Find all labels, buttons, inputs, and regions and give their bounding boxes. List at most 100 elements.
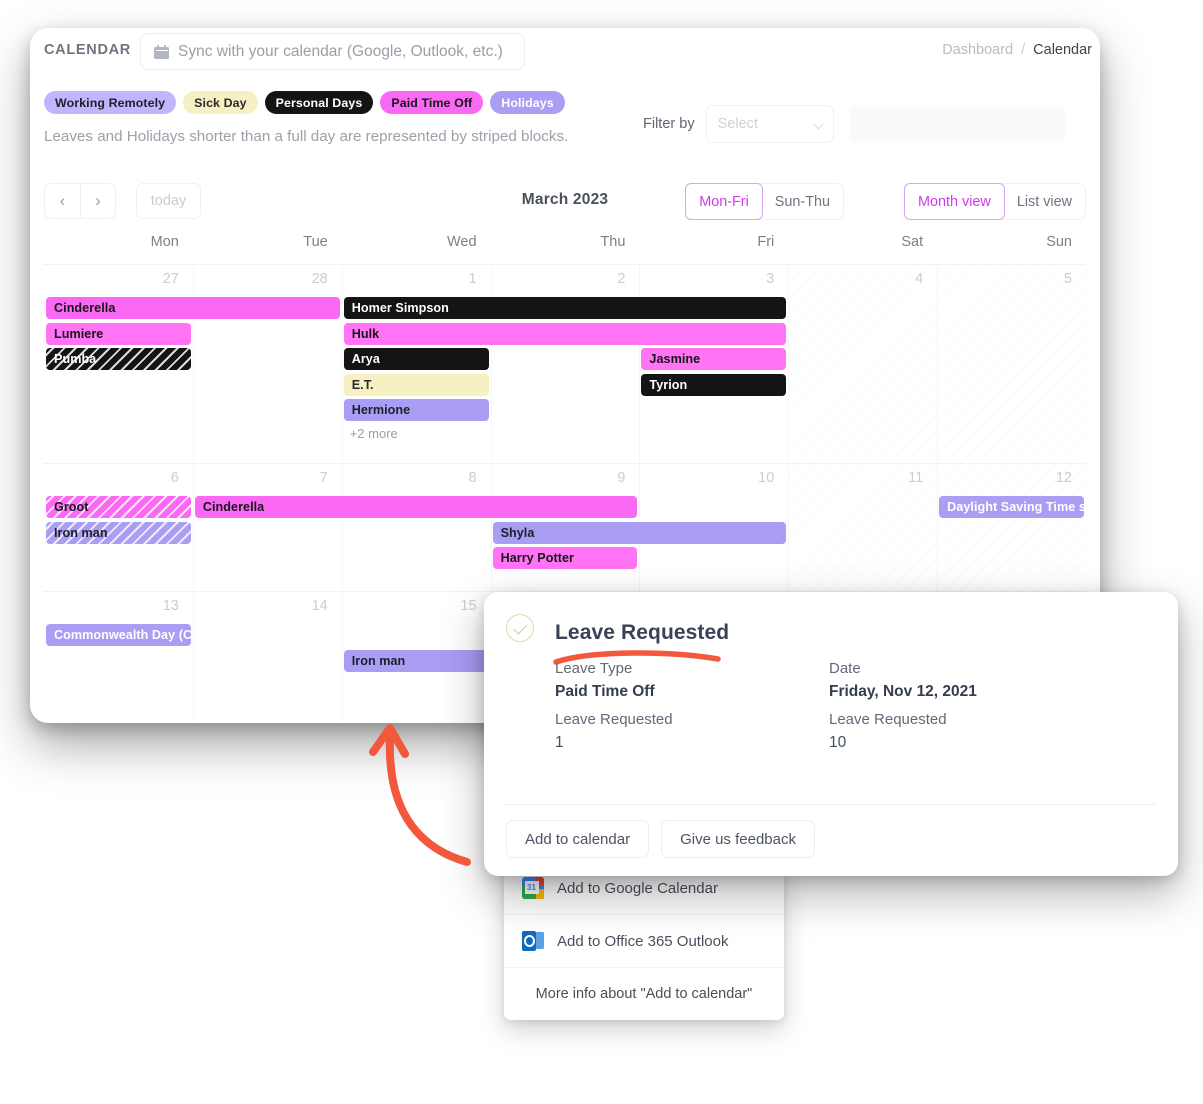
day-number: 5 — [1063, 271, 1072, 287]
legend-chip[interactable]: Holidays — [490, 91, 565, 114]
day-number: 4 — [915, 271, 924, 287]
modal-title: Leave Requested — [555, 621, 730, 644]
day-number: 2 — [617, 271, 626, 287]
calendar-toolbar: ‹ › today March 2023 Mon-Fri Sun-Thu Mont… — [30, 178, 1100, 230]
calendar-event-chip[interactable]: Pumba — [46, 348, 191, 370]
calendar-event-chip[interactable]: Jasmine — [641, 348, 787, 370]
day-number: 14 — [311, 598, 328, 614]
day-number: 7 — [319, 470, 328, 486]
calendar-week-row: 6 7 8 9 10 11 12 Groot Iron man Cinderella Shyla Ha… — [44, 463, 1086, 591]
calendar-event-chip[interactable]: Daylight Saving Time s — [939, 496, 1084, 518]
add-to-calendar-button[interactable]: Add to calendar — [506, 820, 650, 858]
breadcrumb-calendar: Calendar — [1033, 42, 1092, 58]
modal-field: Leave Requested 1 — [555, 711, 829, 752]
calendar-event-chip[interactable]: Iron man — [46, 521, 191, 544]
breadcrumb-dashboard[interactable]: Dashboard — [942, 42, 1013, 58]
legend-note: Leaves and Holidays shorter than a full … — [44, 128, 569, 145]
calendar-icon — [154, 44, 169, 59]
calendar-event-chip[interactable]: Groot — [46, 496, 191, 518]
calendar-day-cell[interactable]: 11 — [788, 464, 938, 591]
calendar-day-cell[interactable]: 4 — [788, 265, 938, 463]
calendar-day-cell[interactable]: 2 — [490, 265, 640, 463]
day-number: 10 — [758, 470, 775, 486]
filter-label: Filter by — [643, 116, 695, 132]
calendar-event-chip[interactable]: Tyrion — [641, 373, 787, 396]
modal-fields: Leave Type Paid Time Off Date Friday, Nov 1… — [555, 660, 1115, 762]
day-number: 8 — [468, 470, 477, 486]
weekday-label: Mon — [150, 234, 179, 250]
day-number: 28 — [311, 271, 328, 287]
modal-field-label: Date — [829, 660, 861, 677]
calendar-week-row: 27 28 1 2 3 4 5 Cinderella Lumiere Pumba Homer Sim… — [44, 264, 1086, 463]
calendar-event-chip[interactable]: Cinderella — [194, 496, 638, 518]
day-number: 6 — [170, 470, 179, 486]
weekday-label: Wed — [447, 234, 477, 250]
calendar-event-chip[interactable]: Lumiere — [46, 322, 191, 345]
toggle-sun-thu[interactable]: Sun-Thu — [762, 184, 843, 219]
day-number: 9 — [617, 470, 626, 486]
success-check-icon — [506, 614, 534, 642]
legend-chip[interactable]: Working Remotely — [44, 91, 177, 114]
dropdown-item-label: Add to Google Calendar — [557, 879, 718, 897]
modal-field-value: 1 — [555, 734, 564, 751]
toggle-mon-fri[interactable]: Mon-Fri — [685, 183, 763, 220]
filter-secondary-input[interactable] — [848, 105, 1065, 143]
toggle-list-view[interactable]: List view — [1004, 184, 1085, 219]
calendar-day-cell[interactable]: 13 — [44, 592, 193, 721]
day-number: 27 — [162, 271, 179, 287]
legend-chip[interactable]: Paid Time Off — [380, 91, 484, 114]
calendar-day-cell[interactable]: 14 — [192, 592, 342, 721]
calendar-event-chip[interactable]: Harry Potter — [492, 547, 638, 569]
calendar-event-chip[interactable]: Arya — [343, 348, 489, 370]
calendar-day-cell[interactable]: 28 — [192, 265, 342, 463]
day-number: 1 — [468, 271, 477, 287]
day-number: 13 — [162, 598, 179, 614]
modal-field-row: Leave Type Paid Time Off Date Friday, Nov 1… — [555, 660, 1115, 701]
dropdown-item-outlook[interactable]: Add to Office 365 Outlook — [504, 915, 784, 968]
weekday-label: Sun — [1046, 234, 1072, 250]
dropdown-more-info[interactable]: More info about "Add to calendar" — [504, 968, 784, 1020]
modal-field: Leave Requested 10 — [829, 711, 1103, 752]
chevron-down-icon — [813, 119, 824, 130]
dropdown-item-label: Add to Office 365 Outlook — [557, 932, 729, 950]
legend-chip[interactable]: Personal Days — [264, 91, 374, 114]
day-number: 11 — [908, 470, 924, 486]
breadcrumb-separator: / — [1021, 42, 1026, 58]
modal-field-value: Paid Time Off — [555, 683, 655, 700]
screen-root: CALENDAR Sync with your calendar (Google… — [0, 0, 1203, 1104]
outlook-icon — [522, 931, 544, 951]
filter-bar: Filter by Select — [643, 105, 1065, 143]
filter-select[interactable]: Select — [705, 105, 834, 143]
calendar-day-cell[interactable]: 7 — [192, 464, 342, 591]
calendar-event-chip[interactable]: E.T. — [343, 373, 489, 396]
legend: Working Remotely Sick Day Personal Days Pai… — [44, 91, 565, 114]
calendar-event-chip[interactable]: Hulk — [343, 322, 787, 345]
calendar-header: CALENDAR Sync with your calendar (Google… — [30, 28, 1100, 86]
calendar-day-cell[interactable]: 5 — [937, 265, 1086, 463]
weekday-label: Sat — [901, 234, 924, 250]
modal-field: Date Friday, Nov 12, 2021 — [829, 660, 1103, 701]
add-to-calendar-dropdown: 31 Add to Google Calendar Add to Office … — [504, 862, 784, 1020]
give-us-feedback-button[interactable]: Give us feedback — [661, 820, 815, 858]
legend-chip[interactable]: Sick Day — [183, 91, 258, 114]
calendar-event-chip[interactable]: Hermione — [343, 399, 489, 421]
modal-field-label: Leave Requested — [555, 711, 673, 728]
toggle-month-view[interactable]: Month view — [904, 183, 1005, 220]
calendar-event-chip[interactable]: Commonwealth Day (C — [46, 624, 191, 646]
weekday-label: Fri — [757, 234, 775, 250]
calendar-event-chip[interactable]: Homer Simpson — [343, 297, 787, 319]
calendar-day-cell[interactable]: 8 — [341, 464, 491, 591]
modal-field-row: Leave Requested 1 Leave Requested 10 — [555, 711, 1115, 752]
filter-select-value: Select — [717, 116, 758, 132]
modal-field-label: Leave Type — [555, 660, 633, 677]
more-events-link[interactable]: +2 more — [350, 426, 398, 441]
calendar-day-cell[interactable]: 12 — [937, 464, 1086, 591]
calendar-event-chip[interactable]: Shyla — [492, 521, 787, 544]
day-range-toggle: Mon-Fri Sun-Thu — [685, 183, 844, 220]
google-calendar-icon: 31 — [522, 877, 544, 899]
modal-divider — [506, 804, 1156, 805]
modal-field: Leave Type Paid Time Off — [555, 660, 829, 701]
modal-field-label: Leave Requested — [829, 711, 947, 728]
sync-calendar-button[interactable]: Sync with your calendar (Google, Outlook… — [140, 33, 525, 70]
calendar-event-chip[interactable]: Cinderella — [46, 297, 340, 319]
